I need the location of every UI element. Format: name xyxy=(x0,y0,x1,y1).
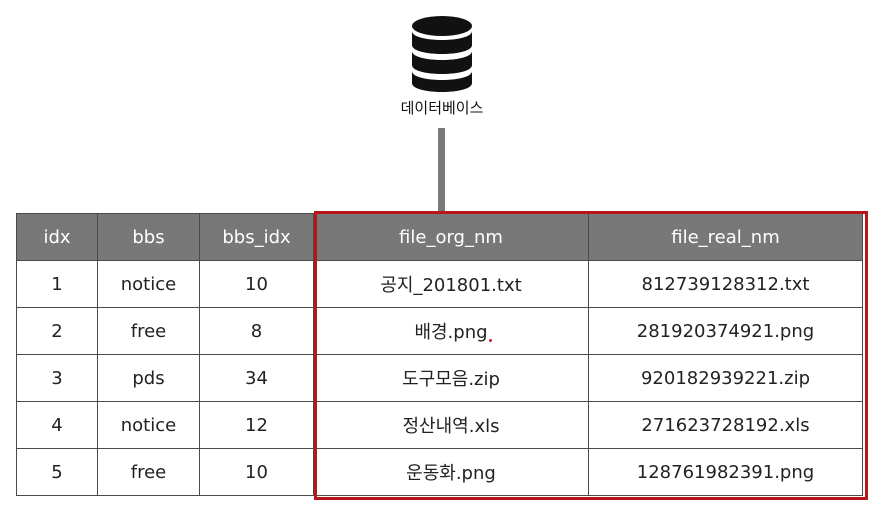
table-row: 3 pds 34 도구모음.zip 920182939221.zip xyxy=(16,354,863,402)
cell-bbs-idx: 10 xyxy=(199,260,314,308)
cell-idx: 1 xyxy=(16,260,98,308)
header-bbs-idx: bbs_idx xyxy=(199,213,314,261)
cell-file-real-nm: 281920374921.png xyxy=(588,307,863,355)
cell-bbs: free xyxy=(97,307,200,355)
cell-bbs-idx: 34 xyxy=(199,354,314,402)
table-row: 1 notice 10 공지_201801.txt 812739128312.t… xyxy=(16,260,863,308)
table-header-row: idx bbs bbs_idx file_org_nm file_real_nm xyxy=(16,213,863,261)
cell-file-org-nm: 도구모음.zip xyxy=(313,354,589,402)
cell-file-org-nm: 운동화.png xyxy=(313,448,589,496)
cell-bbs-idx: 8 xyxy=(199,307,314,355)
table-row: 4 notice 12 정산내역.xls 271623728192.xls xyxy=(16,401,863,449)
table-row: 2 free 8 배경.png 281920374921.png xyxy=(16,307,863,355)
cell-idx: 5 xyxy=(16,448,98,496)
database-icon xyxy=(412,16,472,92)
cell-bbs: notice xyxy=(97,260,200,308)
cell-bbs: free xyxy=(97,448,200,496)
cell-file-real-nm: 920182939221.zip xyxy=(588,354,863,402)
table-row: 5 free 10 운동화.png 128761982391.png xyxy=(16,448,863,496)
cell-file-org-nm: 정산내역.xls xyxy=(313,401,589,449)
header-file-real-nm: file_real_nm xyxy=(588,213,863,261)
header-bbs: bbs xyxy=(97,213,200,261)
cell-bbs-idx: 12 xyxy=(199,401,314,449)
file-table: idx bbs bbs_idx file_org_nm file_real_nm… xyxy=(16,213,863,496)
database-label: 데이터베이스 xyxy=(400,99,484,117)
cell-bbs-idx: 10 xyxy=(199,448,314,496)
cell-bbs: pds xyxy=(97,354,200,402)
cell-bbs: notice xyxy=(97,401,200,449)
cell-idx: 3 xyxy=(16,354,98,402)
header-idx: idx xyxy=(16,213,98,261)
cell-file-org-nm: 배경.png xyxy=(313,307,589,355)
cell-file-real-nm: 271623728192.xls xyxy=(588,401,863,449)
header-file-org-nm: file_org_nm xyxy=(313,213,589,261)
cell-idx: 4 xyxy=(16,401,98,449)
cursor-dot xyxy=(489,339,492,342)
cell-file-real-nm: 812739128312.txt xyxy=(588,260,863,308)
cell-idx: 2 xyxy=(16,307,98,355)
connector-line xyxy=(438,128,445,212)
cell-file-real-nm: 128761982391.png xyxy=(588,448,863,496)
cell-file-org-nm: 공지_201801.txt xyxy=(313,260,589,308)
